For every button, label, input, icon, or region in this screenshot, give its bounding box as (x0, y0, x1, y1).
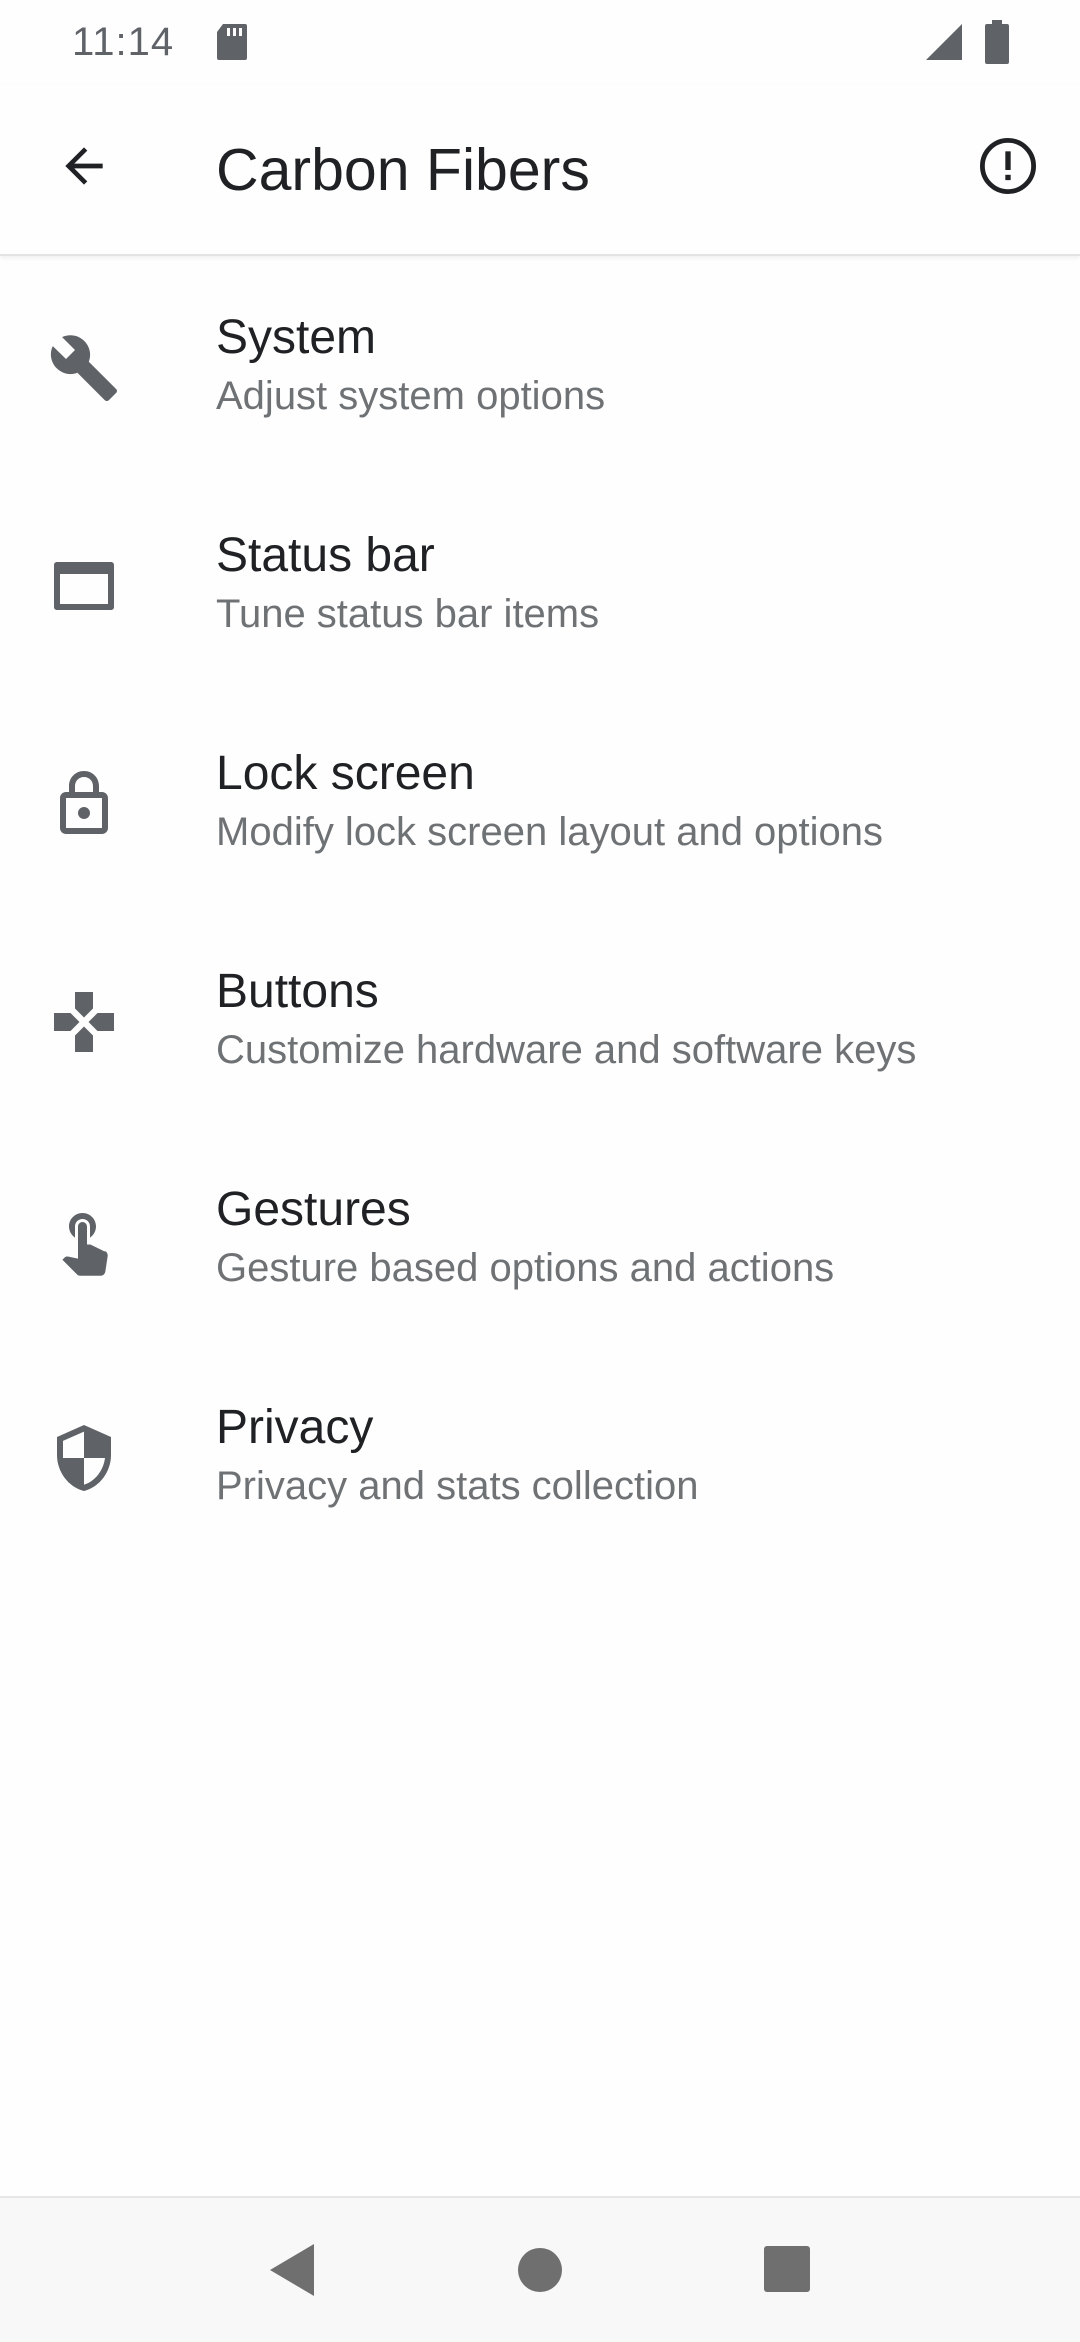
arrow-back-icon (65, 147, 103, 185)
list-item-subtitle: Privacy and stats collection (216, 1464, 699, 1508)
list-item-subtitle: Modify lock screen layout and options (216, 810, 884, 854)
list-item-gestures[interactable]: Gestures Gesture based options and actio… (0, 1128, 1080, 1346)
battery-icon (985, 20, 1009, 64)
page-title: Carbon Fibers (216, 137, 590, 203)
list-item-buttons[interactable]: Buttons Customize hardware and software … (0, 910, 1080, 1128)
list-item-title: Status bar (216, 529, 435, 582)
info-button[interactable] (968, 126, 1048, 206)
list-item-title: Buttons (216, 965, 379, 1018)
list-item-title: Lock screen (216, 747, 475, 800)
list-item-status-bar[interactable]: Status bar Tune status bar items (0, 474, 1080, 692)
list-item-privacy[interactable]: Privacy Privacy and stats collection (0, 1346, 1080, 1564)
list-item-subtitle: Customize hardware and software keys (216, 1028, 917, 1072)
list-item-subtitle: Gesture based options and actions (216, 1246, 835, 1290)
status-time: 11:14 (72, 20, 175, 64)
gamepad-icon (44, 982, 124, 1062)
list-item-subtitle: Adjust system options (216, 374, 606, 418)
sd-card-icon (217, 24, 247, 60)
list-item-title: Privacy (216, 1401, 374, 1454)
list-item-subtitle: Tune status bar items (216, 592, 600, 636)
back-button[interactable] (44, 126, 124, 206)
cell-signal-icon (926, 24, 962, 60)
list-item-title: System (216, 311, 377, 364)
wrench-icon (44, 328, 124, 408)
info-icon (979, 137, 1037, 195)
app-bar: Carbon Fibers (0, 84, 1080, 256)
nav-home-icon[interactable] (514, 2240, 566, 2300)
touch-gesture-icon (44, 1200, 124, 1280)
list-item-title: Gestures (216, 1183, 411, 1236)
nav-back-icon[interactable] (262, 2240, 322, 2300)
lock-icon (44, 764, 124, 844)
nav-recents-icon[interactable] (760, 2242, 816, 2298)
settings-list: System Adjust system options Status bar … (0, 256, 1080, 1564)
list-item-system[interactable]: System Adjust system options (0, 256, 1080, 474)
navigation-bar (0, 2196, 1080, 2342)
shield-icon (44, 1418, 124, 1498)
list-item-lock-screen[interactable]: Lock screen Modify lock screen layout an… (0, 692, 1080, 910)
status-bar-window-icon (44, 546, 124, 626)
status-bar: 11:14 (0, 0, 1080, 84)
